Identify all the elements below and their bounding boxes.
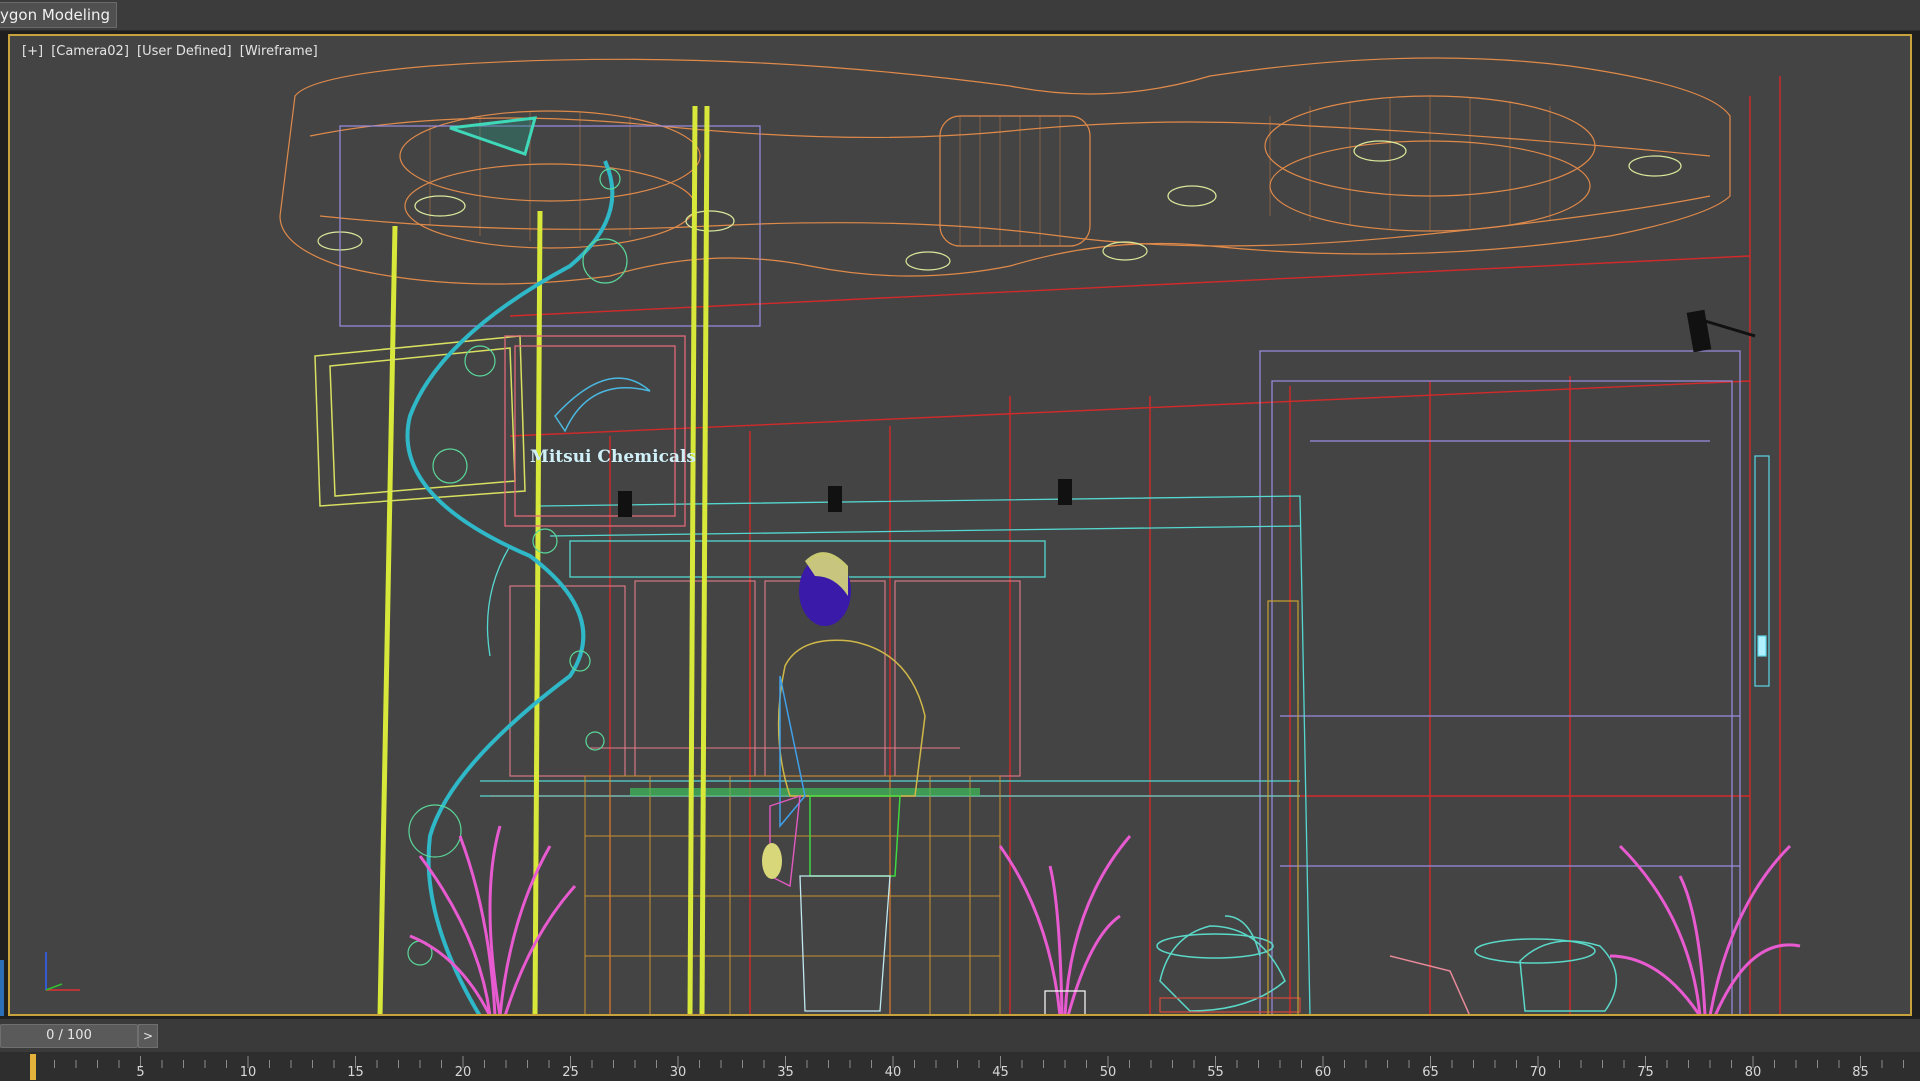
track-tick-label: 70 bbox=[1529, 1065, 1547, 1080]
track-tick-label: 60 bbox=[1314, 1065, 1332, 1080]
current-frame-marker[interactable] bbox=[30, 1054, 36, 1080]
track-tick-label: 30 bbox=[669, 1065, 687, 1080]
viewport-shading-label[interactable]: [Wireframe] bbox=[240, 44, 318, 59]
track-tick-label: 45 bbox=[992, 1065, 1009, 1080]
sign-board bbox=[504, 335, 686, 527]
sign-logo-mark bbox=[554, 377, 651, 433]
tab-polygon-modeling[interactable]: ygon Modeling bbox=[0, 2, 118, 28]
spotlight-arm bbox=[1704, 319, 1756, 338]
plant-left bbox=[409, 825, 577, 1014]
sign-text: Mitsui Chemicals bbox=[530, 447, 696, 467]
ceiling-rings-grid bbox=[429, 96, 1551, 246]
plant-center bbox=[998, 835, 1132, 1014]
helix-spheres bbox=[407, 168, 628, 966]
chevron-right-icon: > bbox=[142, 1029, 154, 1043]
track-tick-label: 25 bbox=[562, 1065, 579, 1080]
track-tick-label: 50 bbox=[1099, 1065, 1117, 1080]
track-tick-label: 10 bbox=[239, 1065, 257, 1080]
track-tick-label: 5 bbox=[136, 1065, 145, 1080]
timeline-bar: 0 / 100 > 5 10 15 20 25 30 35 40 45 50 55 60 65 70 75 8… bbox=[0, 1018, 1920, 1081]
ribbon-bar: ygon Modeling bbox=[0, 0, 1920, 31]
next-frame-button[interactable]: > bbox=[138, 1024, 158, 1048]
viewport-menu-plus[interactable]: [+] bbox=[22, 44, 43, 59]
track-ticks bbox=[32, 1056, 1904, 1068]
wireframe-scene: Mitsui Chemicals bbox=[279, 57, 1801, 1014]
track-tick-label: 15 bbox=[347, 1065, 364, 1080]
ceiling-ornament bbox=[449, 116, 538, 156]
right-panel bbox=[1754, 455, 1770, 687]
track-tick-label: 80 bbox=[1744, 1065, 1762, 1080]
plant-right bbox=[1609, 844, 1801, 1014]
red-beams bbox=[490, 76, 1781, 1014]
track-tick-label: 20 bbox=[454, 1065, 472, 1080]
track-tick-label: 35 bbox=[777, 1065, 794, 1080]
ceiling-rings bbox=[279, 57, 1731, 285]
axis-tripod-icon bbox=[45, 952, 80, 991]
cabinet-frames bbox=[509, 580, 1021, 777]
camera-viewport[interactable]: Mitsui Chemicals [+] [Camera02] [User De… bbox=[8, 34, 1912, 1016]
time-slider[interactable]: 0 / 100 bbox=[0, 1024, 138, 1048]
track-tick-label: 40 bbox=[884, 1065, 902, 1080]
track-tick-label: 55 bbox=[1207, 1065, 1224, 1080]
viewport-label[interactable]: [+] [Camera02] [User Defined] [Wireframe… bbox=[22, 44, 322, 59]
track-spotlights bbox=[618, 309, 1712, 517]
track-tick-label: 75 bbox=[1637, 1065, 1654, 1080]
viewport-camera-label[interactable]: [Camera02] bbox=[51, 44, 129, 59]
left-edge-indicator bbox=[0, 960, 4, 1016]
track-tick-label: 85 bbox=[1852, 1065, 1869, 1080]
track-bar[interactable]: 5 10 15 20 25 30 35 40 45 50 55 60 65 70 75 80 85 bbox=[0, 1052, 1920, 1081]
track-tick-label: 65 bbox=[1422, 1065, 1439, 1080]
viewport-view-label[interactable]: [User Defined] bbox=[137, 44, 232, 59]
lounge-chairs bbox=[1156, 915, 1618, 1014]
chair-base bbox=[1159, 997, 1301, 1013]
